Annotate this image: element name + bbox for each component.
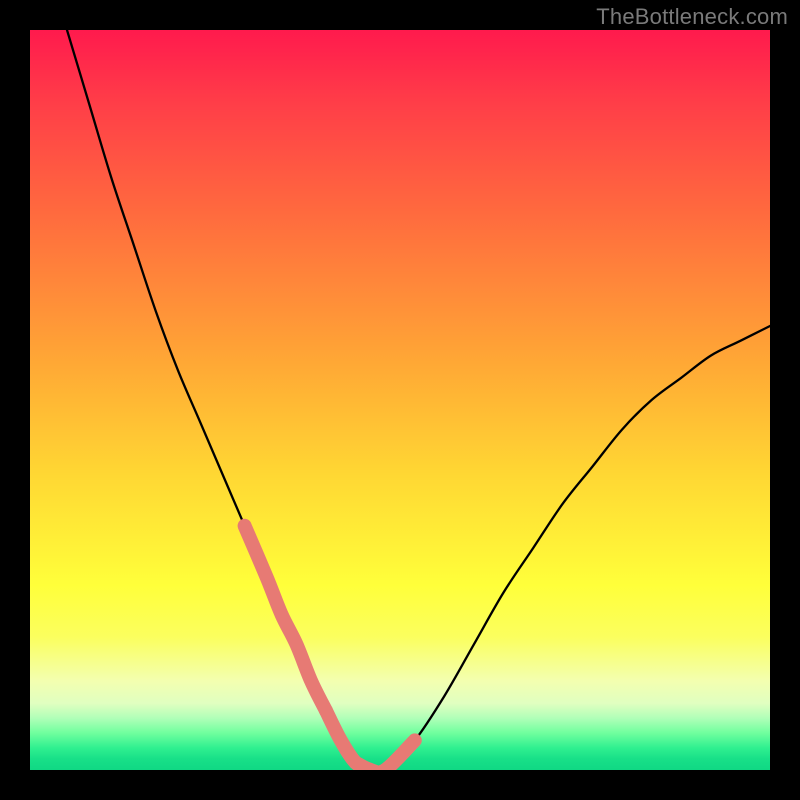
plot-area — [30, 30, 770, 770]
curve-svg — [30, 30, 770, 770]
highlight-right — [356, 740, 415, 770]
chart-frame: TheBottleneck.com — [0, 0, 800, 800]
watermark-text: TheBottleneck.com — [596, 4, 788, 30]
highlight-left — [245, 526, 326, 711]
bottleneck-curve — [67, 30, 770, 770]
